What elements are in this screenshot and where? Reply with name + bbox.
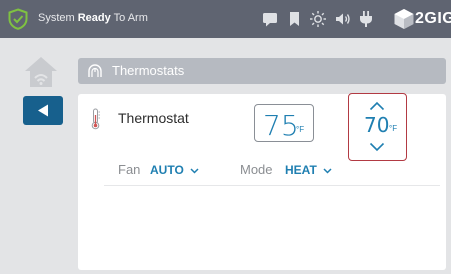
message-icon[interactable] xyxy=(262,10,278,28)
decrease-setpoint-icon[interactable] xyxy=(369,142,385,152)
volume-icon[interactable] xyxy=(334,10,352,28)
cube-logo-icon xyxy=(394,9,414,29)
setpoint-unit: °F xyxy=(389,124,398,133)
increase-setpoint-icon[interactable] xyxy=(369,101,385,111)
status-suffix: To Arm xyxy=(110,12,148,24)
power-plug-icon[interactable] xyxy=(358,10,374,28)
status-prefix: System xyxy=(38,12,78,24)
chevron-down-icon xyxy=(323,168,332,174)
thermostat-dial-icon xyxy=(88,64,102,77)
brightness-icon[interactable] xyxy=(309,10,327,28)
top-bar: System Ready To Arm 2GIG xyxy=(0,0,451,38)
back-arrow-icon xyxy=(38,104,48,117)
shield-check-icon[interactable] xyxy=(7,8,29,30)
setpoint-value: 70 xyxy=(364,113,390,137)
brand-name: 2GIG xyxy=(415,10,451,27)
mode-label: Mode xyxy=(240,162,273,177)
brand-logo: 2GIG xyxy=(393,7,451,31)
current-temp-unit: °F xyxy=(296,125,305,134)
system-status[interactable]: System Ready To Arm xyxy=(38,12,148,24)
current-temperature: 75 °F xyxy=(254,104,314,142)
breadcrumb: Thermostats xyxy=(78,58,446,84)
back-button[interactable] xyxy=(23,96,63,125)
thermometer-icon xyxy=(91,108,100,130)
mode-dropdown[interactable]: HEAT xyxy=(285,163,332,177)
fan-label: Fan xyxy=(118,162,141,177)
row-divider xyxy=(104,185,440,186)
device-name: Thermostat xyxy=(118,110,189,126)
mode-value: HEAT xyxy=(285,163,317,177)
fan-value: AUTO xyxy=(150,163,184,177)
setpoint-control: 70 °F xyxy=(348,93,407,161)
bookmark-icon[interactable] xyxy=(289,10,300,28)
fan-dropdown[interactable]: AUTO xyxy=(150,163,199,177)
current-temp-value: 75 xyxy=(263,109,299,142)
chevron-down-icon xyxy=(190,168,199,174)
breadcrumb-title: Thermostats xyxy=(112,63,185,78)
status-ready: Ready xyxy=(77,12,111,24)
home-icon[interactable] xyxy=(23,55,59,89)
